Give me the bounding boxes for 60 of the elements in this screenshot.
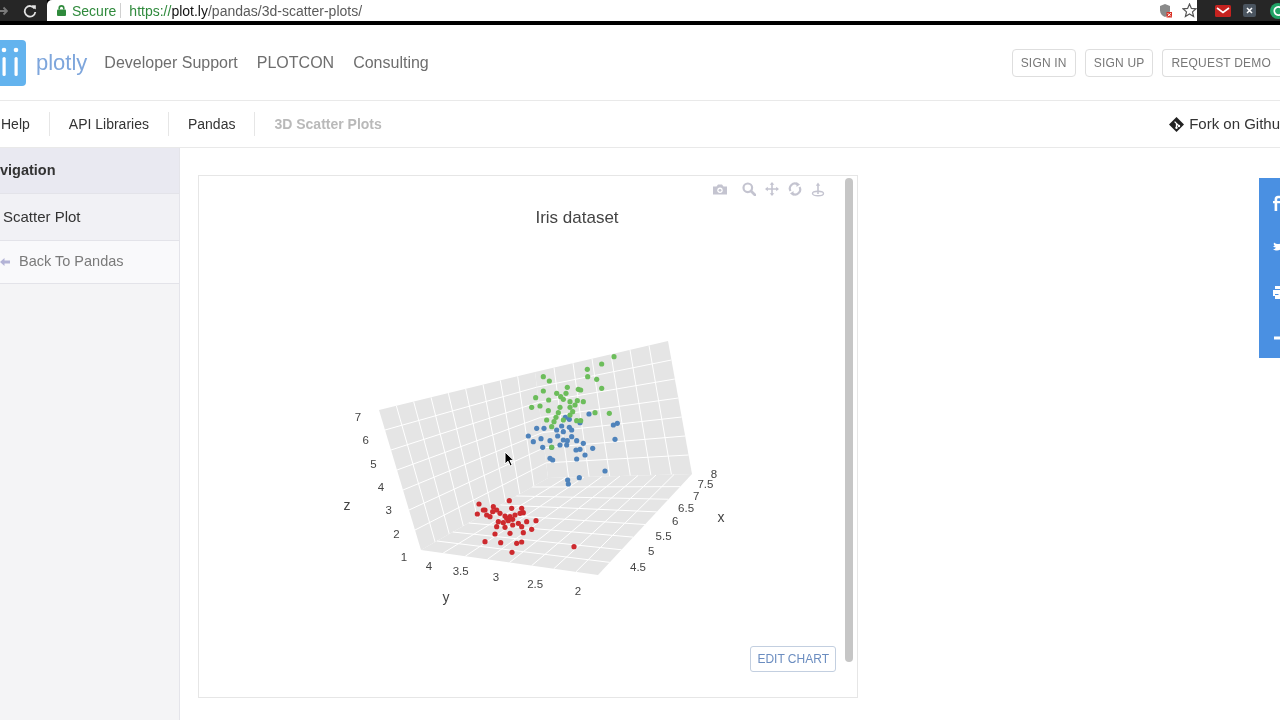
axis-tick-label: 6.5 (678, 502, 695, 515)
security-label: Secure (72, 3, 117, 18)
axis-tick-label: 7 (692, 489, 700, 502)
request-demo-button[interactable]: REQUEST DEMO (1162, 48, 1280, 77)
forward-arrow-icon[interactable] (0, 4, 8, 17)
sign-up-button[interactable]: SIGN UP (1084, 48, 1154, 77)
axis-tick-label: 6 (362, 434, 369, 447)
header-nav-link[interactable]: PLOTCON (256, 50, 335, 75)
axis-rotation-icon[interactable] (811, 180, 825, 197)
printer-icon[interactable] (1273, 285, 1280, 300)
address-bar[interactable]: Secure https://plot.ly/pandas/3d-scatter-plots/ (47, 0, 1197, 21)
axis-tick-label: 3 (492, 571, 500, 584)
mouse-pointer-icon (504, 451, 514, 467)
fork-link[interactable]: Fork on Githu (1169, 112, 1280, 136)
axis-tick-label: 8 (710, 468, 718, 480)
camera-icon[interactable] (712, 182, 728, 195)
axis-tick-label: 2 (574, 585, 582, 597)
axis-tick-label: 5 (648, 544, 655, 557)
breadcrumb-link[interactable]: Pandas (187, 113, 236, 135)
url-text: https://plot.ly/pandas/3d-scatter-plots/ (129, 3, 363, 18)
shield-icon[interactable] (1159, 3, 1172, 18)
circle-logo-icon[interactable] (1268, 2, 1280, 19)
header-nav-link[interactable]: Consulting (353, 50, 429, 75)
scrollbar-thumb[interactable] (845, 178, 853, 662)
edit-chart-button[interactable]: EDIT CHART (750, 646, 836, 672)
rotate-icon[interactable] (788, 181, 802, 196)
sidebar-heading: vigation (0, 148, 179, 193)
header-nav-link[interactable]: Developer Support (104, 50, 238, 75)
axis-tick-label: 7 (354, 411, 362, 423)
logo-icon[interactable] (0, 39, 26, 86)
x-square-icon[interactable] (1243, 4, 1256, 17)
breadcrumb-link[interactable]: API Libraries (68, 113, 149, 135)
envelope-icon[interactable] (1215, 4, 1231, 17)
left-arrow-icon (0, 257, 10, 267)
chart-title: Iris dataset (535, 207, 619, 229)
sign-in-button[interactable]: SIGN IN (1011, 48, 1076, 77)
f-logo-icon[interactable] (1273, 194, 1280, 211)
axis-tick-label: 3.5 (452, 565, 469, 578)
axis-tick-label: 1 (400, 551, 408, 563)
axis-tick-label: 4.5 (630, 561, 646, 573)
minus-icon[interactable] (1273, 335, 1280, 340)
axis-title: y (442, 589, 450, 605)
breadcrumb-link[interactable]: Help (1, 113, 30, 135)
star-icon[interactable] (1182, 3, 1197, 18)
axis-tick-label: 2.5 (527, 577, 544, 590)
lock-icon (57, 5, 66, 16)
axis-tick-label: 3 (385, 504, 392, 517)
axis-tick-label: 7.5 (697, 478, 714, 491)
axis-tick-label: 5.5 (655, 529, 672, 542)
axis-tick-label: 6 (672, 515, 679, 528)
back-link[interactable]: Back To Pandas (0, 240, 179, 284)
zoom-icon[interactable] (742, 181, 756, 196)
axis-tick-label: 2 (393, 527, 400, 540)
pan-arrows-icon[interactable] (765, 181, 779, 196)
axis-title: z (343, 497, 351, 513)
axis-tick-label: 5 (370, 457, 377, 470)
axis-tick-label: 4 (425, 560, 433, 572)
axis-title: x (717, 509, 725, 525)
axis-tick-label: 4 (377, 481, 385, 493)
reload-icon[interactable] (23, 3, 37, 18)
